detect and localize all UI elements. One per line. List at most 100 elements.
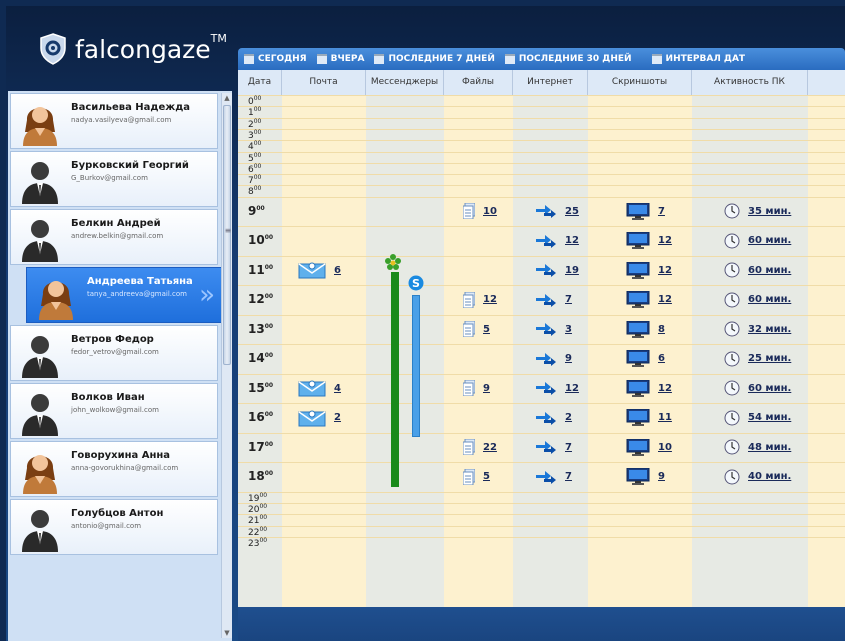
row-divider [238,503,845,504]
mail-cell[interactable]: 6 [298,258,341,284]
user-item[interactable]: Голубцов Антон antonio@gmail.com [10,499,218,555]
row-divider [238,432,845,434]
date-toolbar: СЕГОДНЯ ВЧЕРА ПОСЛЕДНИЕ 7 ДНЕЙ ПОСЛЕДНИЕ 30… [238,48,845,70]
pc-activity-cell-value: 60 мин. [748,264,792,276]
pc-activity-cell[interactable]: 60 мин. [724,287,791,313]
screenshots-cell-value: 12 [658,382,672,394]
screenshots-cell[interactable]: 12 [626,376,672,402]
internet-cell[interactable]: 7 [535,287,572,313]
screenshots-cell[interactable]: 12 [626,228,672,254]
arrow-icon [535,440,557,455]
files-cell[interactable]: 10 [462,199,497,225]
files-cell-value: 10 [483,205,497,217]
internet-cell[interactable]: 25 [535,199,579,225]
screenshots-cell[interactable]: 12 [626,258,672,284]
internet-cell[interactable]: 9 [535,346,572,372]
screenshots-cell[interactable]: 6 [626,346,665,372]
column-header[interactable]: Почта [282,70,366,95]
pc-activity-cell[interactable]: 35 мин. [724,199,791,225]
pc-activity-cell[interactable]: 60 мин. [724,228,791,254]
mail-icon [298,409,326,427]
toolbar-button[interactable]: ПОСЛЕДНИЕ 30 ДНЕЙ [504,54,632,64]
app-window: falcongazeTM Васильева Надежда nadya.vasi… [6,6,845,641]
column-header[interactable]: Дата [238,70,282,95]
hour-label: 200 [248,117,262,130]
internet-cell[interactable]: 7 [535,435,572,461]
user-item[interactable]: Ветров Федор fedor_vetrov@gmail.com [10,325,218,381]
user-item[interactable]: Васильева Надежда nadya.vasilyeva@gmail.c… [10,93,218,149]
internet-cell[interactable]: 2 [535,405,572,431]
user-item[interactable]: Андреева Татьяна tanya_andreeva@gmail.com… [26,267,222,323]
activity-grid: Дата Почта Мессенджеры Файлы Интернет Скриншо… [238,70,845,607]
monitor-icon [626,438,650,456]
user-item[interactable]: Говорухина Анна anna-govorukhina@gmail.co… [10,441,218,497]
pc-activity-cell-value: 32 мин. [748,323,792,335]
pc-activity-cell[interactable]: 32 мин. [724,317,791,343]
screenshots-cell[interactable]: 10 [626,435,672,461]
toolbar-button[interactable]: СЕГОДНЯ [244,54,307,64]
internet-cell[interactable]: 19 [535,258,579,284]
mail-cell[interactable]: 2 [298,405,341,431]
toolbar-button[interactable]: ПОСЛЕДНИЕ 7 ДНЕЙ [374,54,495,64]
screenshots-cell[interactable]: 12 [626,287,672,313]
files-cell[interactable]: 9 [462,376,490,402]
screenshots-cell-value: 10 [658,441,672,453]
user-email: tanya_andreeva@gmail.com [87,290,187,298]
files-cell[interactable]: 22 [462,435,497,461]
files-cell[interactable]: 12 [462,287,497,313]
mail-icon [298,379,326,397]
row-divider [238,162,845,164]
column-header[interactable]: Мессенджеры [366,70,444,95]
files-cell[interactable]: 5 [462,317,490,343]
screenshots-cell-value: 8 [658,323,665,335]
monitor-icon [626,290,650,309]
scroll-thumb[interactable] [223,105,232,365]
toolbar-button[interactable]: ИНТЕРВАЛ ДАТ [651,54,745,64]
sidebar-scrollbar[interactable]: ▲ ▼ [221,93,232,638]
internet-cell[interactable]: 12 [535,228,579,254]
pc-activity-cell-value: 60 мин. [748,235,792,247]
pc-activity-cell[interactable]: 60 мин. [724,376,791,402]
pc-activity-cell[interactable]: 25 мин. [724,346,791,372]
screenshots-cell[interactable]: 8 [626,317,665,343]
user-name: Ветров Федор [71,334,154,345]
screenshots-cell[interactable]: 7 [626,199,665,225]
user-item[interactable]: Белкин Андрей andrew.belkin@gmail.com [10,209,218,265]
toolbar-button[interactable]: ВЧЕРА [316,54,364,64]
skype-activity-bar[interactable] [412,295,420,437]
pc-activity-cell[interactable]: 48 мин. [724,435,791,461]
internet-cell[interactable]: 3 [535,317,572,343]
scroll-up-icon[interactable]: ▲ [222,93,232,103]
user-sidebar: Васильева Надежда nadya.vasilyeva@gmail.c… [8,91,232,641]
pc-activity-cell[interactable]: 60 мин. [724,258,791,284]
column-header[interactable]: Интернет [513,70,588,95]
screenshots-cell-value: 12 [658,264,672,276]
pc-activity-cell[interactable]: 40 мин. [724,464,791,490]
column-header[interactable]: Скриншоты [588,70,692,95]
internet-cell[interactable]: 12 [535,376,579,402]
row-divider [238,462,845,464]
row-divider [238,106,845,108]
internet-cell-value: 7 [565,294,572,306]
user-name: Васильева Надежда [71,102,191,113]
user-item[interactable]: Волков Иван john_wolkow@gmail.com [10,383,218,439]
screenshots-cell[interactable]: 11 [626,405,672,431]
scroll-down-icon[interactable]: ▼ [222,628,232,638]
screenshots-cell[interactable]: 9 [626,464,665,490]
icq-activity-bar[interactable] [391,272,399,487]
hour-label: 2000 [248,503,268,515]
internet-cell[interactable]: 7 [535,464,572,490]
hour-label: 300 [248,128,262,141]
chevron-right-icon: » [199,280,215,310]
pc-activity-cell[interactable]: 54 мин. [724,405,791,431]
toolbar-button-label: ПОСЛЕДНИЕ 30 ДНЕЙ [518,54,632,64]
clock-icon [724,469,740,485]
column-header[interactable]: Активность ПК [692,70,808,95]
screenshots-cell-value: 7 [658,205,665,217]
calendar-icon [244,54,254,64]
column-header[interactable]: Файлы [444,70,513,95]
files-cell[interactable]: 5 [462,464,490,490]
user-item[interactable]: Бурковский Георгий G_Burkov@gmail.com [10,151,218,207]
mail-cell[interactable]: 4 [298,376,341,402]
shield-logo-icon [40,33,66,65]
